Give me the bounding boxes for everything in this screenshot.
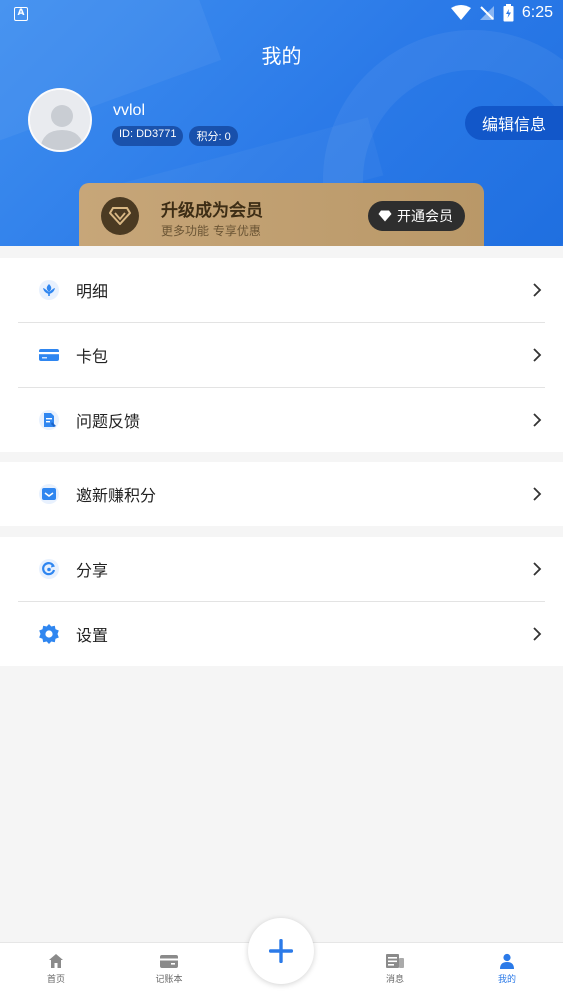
username: vvlol [113,102,146,119]
chevron-right-icon [533,348,542,362]
edit-profile-button[interactable]: 编辑信息 [465,106,563,140]
ledger-icon [160,955,178,968]
diamond-icon [378,210,392,222]
nav-item-messages[interactable]: 消息 [365,953,425,985]
menu-item-invite[interactable]: 邀新赚积分 [0,462,563,526]
chevron-right-icon [533,562,542,576]
menu-group-invite: 邀新赚积分 [0,462,563,526]
menu-label: 卡包 [76,347,109,366]
chevron-right-icon [533,413,542,427]
vip-title: 升级成为会员 [161,201,263,221]
menu-item-share[interactable]: 分享 [0,537,563,601]
home-icon [49,954,63,968]
menu-label: 设置 [76,626,109,645]
flower-icon [38,279,60,301]
add-icon [269,939,293,963]
share-icon [38,558,60,580]
nav-item-ledger[interactable]: 记账本 [139,953,199,985]
wifi-icon [450,5,471,20]
chevron-right-icon [533,283,542,297]
menu-label: 问题反馈 [76,412,141,431]
menu-label: 分享 [76,561,109,580]
gear-icon [38,623,60,645]
open-vip-label: 开通会员 [397,209,453,225]
menu-label: 邀新赚积分 [76,486,157,505]
default-avatar-icon [30,90,90,150]
points-badge: 积分: 0 [189,126,238,146]
chevron-right-icon [533,487,542,501]
no-signal-icon [479,6,494,20]
notification-icon: A [14,7,28,21]
status-bar: A 6:25 [0,0,563,30]
menu-label: 明细 [76,282,109,301]
feedback-icon [38,409,60,431]
nav-item-home[interactable]: 首页 [26,953,86,985]
menu-item-card-wallet[interactable]: 卡包 [0,323,563,387]
user-id-badge: ID: DD3771 [112,126,184,146]
open-vip-button[interactable]: 开通会员 [368,201,465,231]
diamond-icon [101,197,139,235]
menu-item-settings[interactable]: 设置 [0,602,563,666]
nav-label: 消息 [385,975,404,985]
avatar[interactable] [28,88,92,152]
battery-icon [503,4,514,22]
profile-header: A 6:25 我的 vvlol ID: DD3771 积分: 0 编辑信息 升级… [0,0,563,246]
page-title: 我的 [261,44,302,68]
menu-item-feedback[interactable]: 问题反馈 [0,388,563,452]
menu-item-details[interactable]: 明细 [0,258,563,322]
vip-subtitle: 更多功能 专享优惠 [161,224,261,238]
chevron-right-icon [533,627,542,641]
invite-icon [38,483,60,505]
vip-upgrade-card[interactable]: 升级成为会员 更多功能 专享优惠 开通会员 [79,183,484,246]
nav-label: 我的 [497,975,516,985]
user-icon [500,953,514,969]
add-record-button[interactable] [248,918,314,984]
nav-label: 记账本 [155,975,183,985]
status-time: 6:25 [521,4,553,21]
menu-group-misc: 分享 设置 [0,537,563,666]
message-icon [386,954,404,968]
menu-group-main: 明细 卡包 问题反馈 [0,258,563,452]
nav-label: 首页 [46,975,65,985]
nav-item-mine[interactable]: 我的 [477,953,537,985]
card-icon [38,344,60,366]
